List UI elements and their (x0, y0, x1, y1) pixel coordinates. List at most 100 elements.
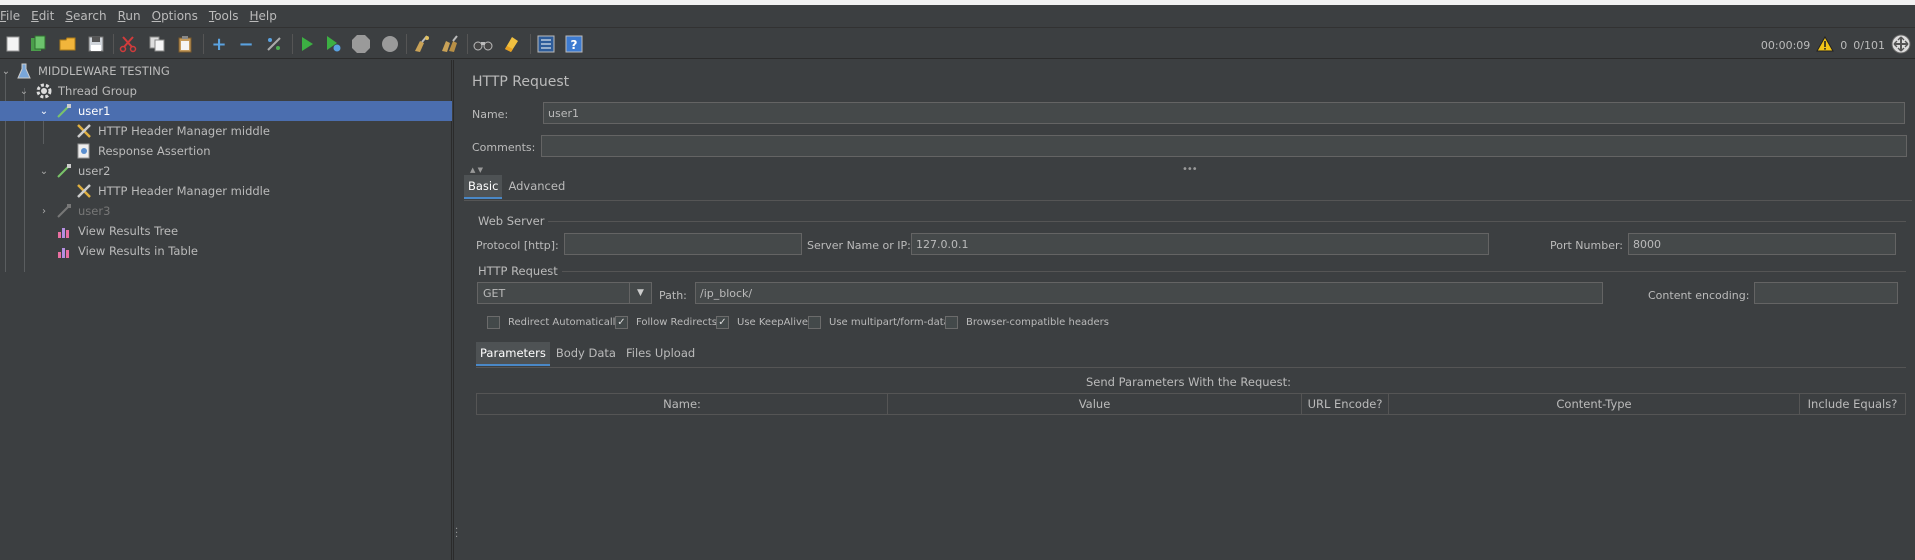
chevron-down-icon[interactable]: ⌄ (0, 65, 12, 77)
test-plan-tree: ⌄ MIDDLEWARE TESTING ⌄ Thread Group ⌄ us… (0, 60, 452, 560)
resize-grip-icon[interactable]: ••• (1182, 164, 1198, 175)
tree-item-response-assertion[interactable]: Response Assertion (0, 141, 452, 161)
clear-all-icon[interactable] (440, 34, 460, 54)
active-threads: 0/101 (1853, 38, 1885, 52)
multipart-checkbox[interactable]: Use multipart/form-data (808, 316, 950, 329)
protocol-label: Protocol [http]: (476, 239, 559, 252)
chevron-right-icon[interactable]: › (38, 205, 50, 217)
protocol-field[interactable] (564, 233, 802, 255)
tab-divider (464, 200, 1912, 201)
encoding-field[interactable] (1754, 282, 1898, 304)
server-field[interactable] (911, 233, 1489, 255)
name-label: Name: (472, 108, 509, 121)
sampler-pipette-icon (56, 203, 72, 219)
expand-all-icon[interactable]: + (209, 34, 229, 55)
warning-count: 0 (1840, 38, 1848, 52)
svg-text:?: ? (571, 38, 578, 52)
browser-headers-checkbox[interactable]: Browser-compatible headers (945, 316, 1109, 329)
web-server-label: Web Server (478, 214, 549, 228)
server-label: Server Name or IP: (807, 239, 911, 252)
checkbox-box[interactable] (945, 316, 958, 329)
collapse-all-icon[interactable]: − (236, 34, 256, 55)
menu-search[interactable]: Search (65, 9, 114, 23)
clear-icon[interactable] (412, 34, 432, 54)
templates-icon[interactable] (28, 34, 48, 54)
main-tabs: Basic Advanced (464, 175, 571, 199)
chart-icon (56, 223, 72, 239)
params-title: Send Parameters With the Request: (1086, 375, 1291, 389)
tab-files-upload[interactable]: Files Upload (622, 342, 699, 366)
menu-help[interactable]: Help (250, 9, 285, 23)
chevron-down-icon[interactable]: ⌄ (38, 165, 50, 177)
tools-icon (76, 123, 92, 139)
function-helper-icon[interactable] (536, 34, 556, 54)
sampler-pipette-icon (56, 103, 72, 119)
save-icon[interactable] (86, 34, 106, 54)
tree-item-user1[interactable]: ⌄ user1 (0, 101, 452, 121)
tree-item-header-manager-1[interactable]: HTTP Header Manager middle (0, 121, 452, 141)
column-name[interactable]: Name: (477, 394, 888, 414)
splitter-grip-icon[interactable]: · · · (455, 525, 458, 543)
column-url-encode[interactable]: URL Encode? (1302, 394, 1389, 414)
menu-run[interactable]: Run (118, 9, 149, 23)
http-request-panel: HTTP Request Name: Comments: ▲ ▼ ••• Bas… (462, 60, 1915, 560)
menu-edit[interactable]: Edit (31, 9, 62, 23)
method-select[interactable]: GET ▼ (477, 282, 652, 304)
follow-redirects-checkbox[interactable]: ✓ Follow Redirects (615, 316, 717, 329)
search-binoculars-icon[interactable] (473, 34, 493, 54)
menu-file[interactable]: File (0, 9, 28, 23)
warning-icon[interactable] (1816, 35, 1835, 55)
chevron-down-icon[interactable]: ⌄ (38, 105, 50, 117)
vertical-splitter[interactable] (453, 60, 461, 560)
check-icon[interactable]: ✓ (615, 316, 628, 329)
shutdown-icon[interactable] (380, 34, 400, 54)
tree-item-view-results-table[interactable]: View Results in Table (0, 241, 452, 261)
help-icon[interactable]: ? (564, 34, 584, 54)
chart-icon (56, 243, 72, 259)
tree-item-user3[interactable]: › user3 (0, 201, 452, 221)
http-request-label: HTTP Request (478, 264, 562, 278)
new-icon[interactable] (3, 34, 23, 54)
start-icon[interactable] (297, 34, 317, 54)
elapsed-time: 00:00:09 (1760, 38, 1811, 52)
tree-item-header-manager-2[interactable]: HTTP Header Manager middle (0, 181, 452, 201)
cut-icon[interactable] (118, 34, 138, 54)
menu-tools[interactable]: Tools (209, 9, 247, 23)
comments-field[interactable] (541, 135, 1907, 157)
tab-basic[interactable]: Basic (464, 175, 503, 199)
use-keepalive-checkbox[interactable]: ✓ Use KeepAlive (716, 316, 808, 329)
params-table-header: Name: Value URL Encode? Content-Type Inc… (476, 393, 1906, 415)
name-field[interactable] (543, 102, 1905, 124)
chevron-down-icon[interactable]: ⌄ (18, 85, 30, 97)
column-value[interactable]: Value (888, 394, 1302, 414)
tab-body-data[interactable]: Body Data (552, 342, 620, 366)
remote-status-icon (1891, 34, 1911, 57)
start-no-pauses-icon[interactable] (323, 34, 343, 54)
tree-item-user2[interactable]: ⌄ user2 (0, 161, 452, 181)
check-icon[interactable]: ✓ (716, 316, 729, 329)
tab-advanced[interactable]: Advanced (504, 175, 569, 199)
tree-item-thread-group[interactable]: ⌄ Thread Group (0, 81, 452, 101)
column-content-type[interactable]: Content-Type (1389, 394, 1800, 414)
collapse-arrows-icon[interactable]: ▲ ▼ (470, 166, 483, 174)
reset-search-icon[interactable] (502, 34, 522, 54)
checkbox-box[interactable] (487, 316, 500, 329)
chevron-down-icon[interactable]: ▼ (629, 283, 651, 303)
toggle-icon[interactable] (264, 34, 284, 54)
redirect-auto-checkbox[interactable]: Redirect Automatically (487, 316, 621, 329)
path-field[interactable] (695, 282, 1603, 304)
tree-item-view-results-tree[interactable]: View Results Tree (0, 221, 452, 241)
web-server-group (478, 221, 1906, 222)
column-include-equals[interactable]: Include Equals? (1800, 394, 1905, 414)
sub-tab-divider (476, 367, 1906, 368)
tab-parameters[interactable]: Parameters (476, 342, 550, 366)
port-field[interactable] (1628, 233, 1896, 255)
checkbox-box[interactable] (808, 316, 821, 329)
paste-icon[interactable] (175, 34, 195, 54)
open-icon[interactable] (58, 34, 78, 54)
menu-options[interactable]: Options (152, 9, 206, 23)
copy-icon[interactable] (147, 34, 167, 54)
request-sub-tabs: Parameters Body Data Files Upload (476, 342, 701, 366)
tree-item-test-plan[interactable]: ⌄ MIDDLEWARE TESTING (0, 61, 452, 81)
stop-icon[interactable] (351, 34, 371, 54)
